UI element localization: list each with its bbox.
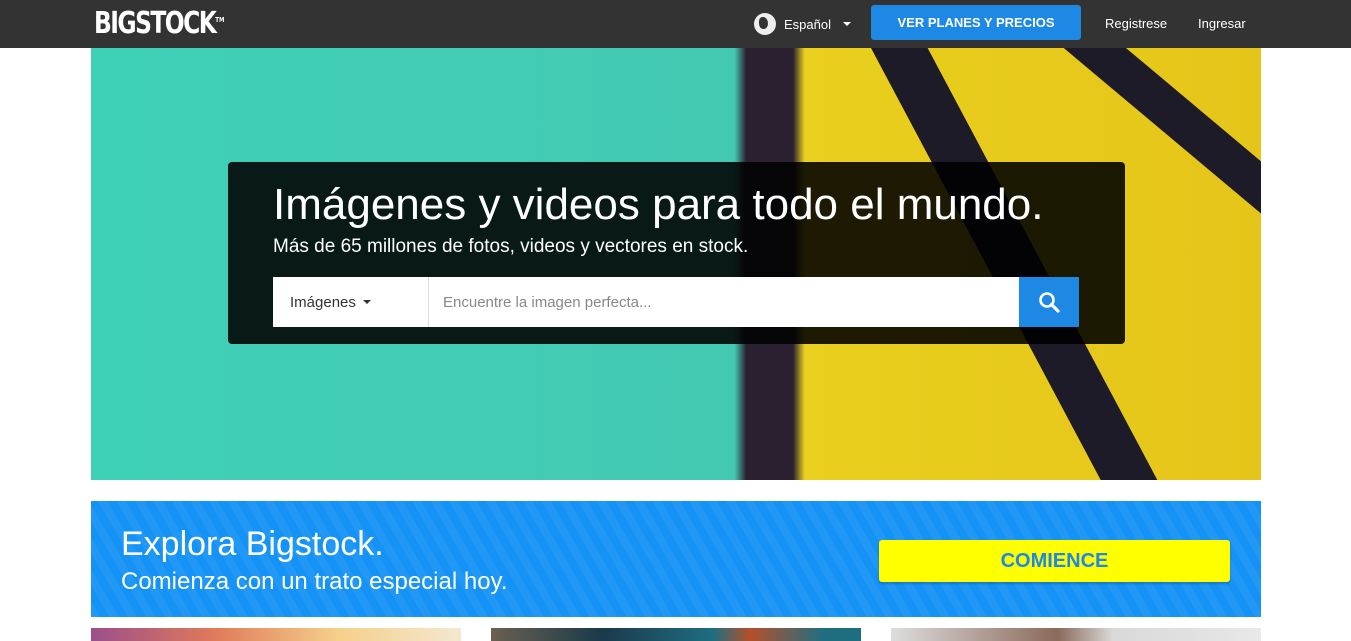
caret-down-icon bbox=[842, 22, 851, 26]
hero-title: Imágenes y videos para todo el mundo. bbox=[273, 180, 1044, 229]
logo-text: BIGSTOCK bbox=[94, 6, 217, 41]
search-type-label: Imágenes bbox=[290, 293, 356, 311]
language-selector[interactable]: Español bbox=[754, 13, 851, 35]
globe-icon bbox=[754, 13, 776, 35]
search-icon bbox=[1039, 292, 1060, 313]
search-input[interactable] bbox=[429, 277, 1019, 327]
caret-down-icon bbox=[362, 300, 371, 304]
search-button[interactable] bbox=[1019, 277, 1079, 327]
plans-pricing-button[interactable]: VER PLANES Y PRECIOS bbox=[871, 5, 1081, 40]
search-type-dropdown[interactable]: Imágenes bbox=[273, 277, 429, 327]
search-bar: Imágenes bbox=[273, 277, 1079, 327]
top-nav: BIGSTOCKTM Español VER PLANES Y PRECIOS … bbox=[0, 0, 1351, 48]
thumbnail-image[interactable] bbox=[91, 628, 461, 641]
promo-subtitle: Comienza con un trato especial hoy. bbox=[121, 568, 508, 595]
trademark: TM bbox=[215, 16, 225, 24]
search-panel: Imágenes y videos para todo el mundo. Má… bbox=[228, 162, 1125, 344]
thumbnail-image[interactable] bbox=[491, 628, 861, 641]
hero-subtitle: Más de 65 millones de fotos, videos y ve… bbox=[273, 236, 749, 257]
login-link[interactable]: Ingresar bbox=[1198, 16, 1246, 31]
register-link[interactable]: Registrese bbox=[1105, 16, 1167, 31]
thumbnail-image[interactable] bbox=[891, 628, 1261, 641]
language-label: Español bbox=[784, 16, 831, 32]
start-button[interactable]: COMIENCE bbox=[879, 540, 1230, 582]
promo-banner: Explora Bigstock. Comienza con un trato … bbox=[91, 501, 1261, 617]
promo-title: Explora Bigstock. bbox=[121, 525, 384, 563]
bigstock-logo[interactable]: BIGSTOCKTM bbox=[94, 6, 224, 41]
